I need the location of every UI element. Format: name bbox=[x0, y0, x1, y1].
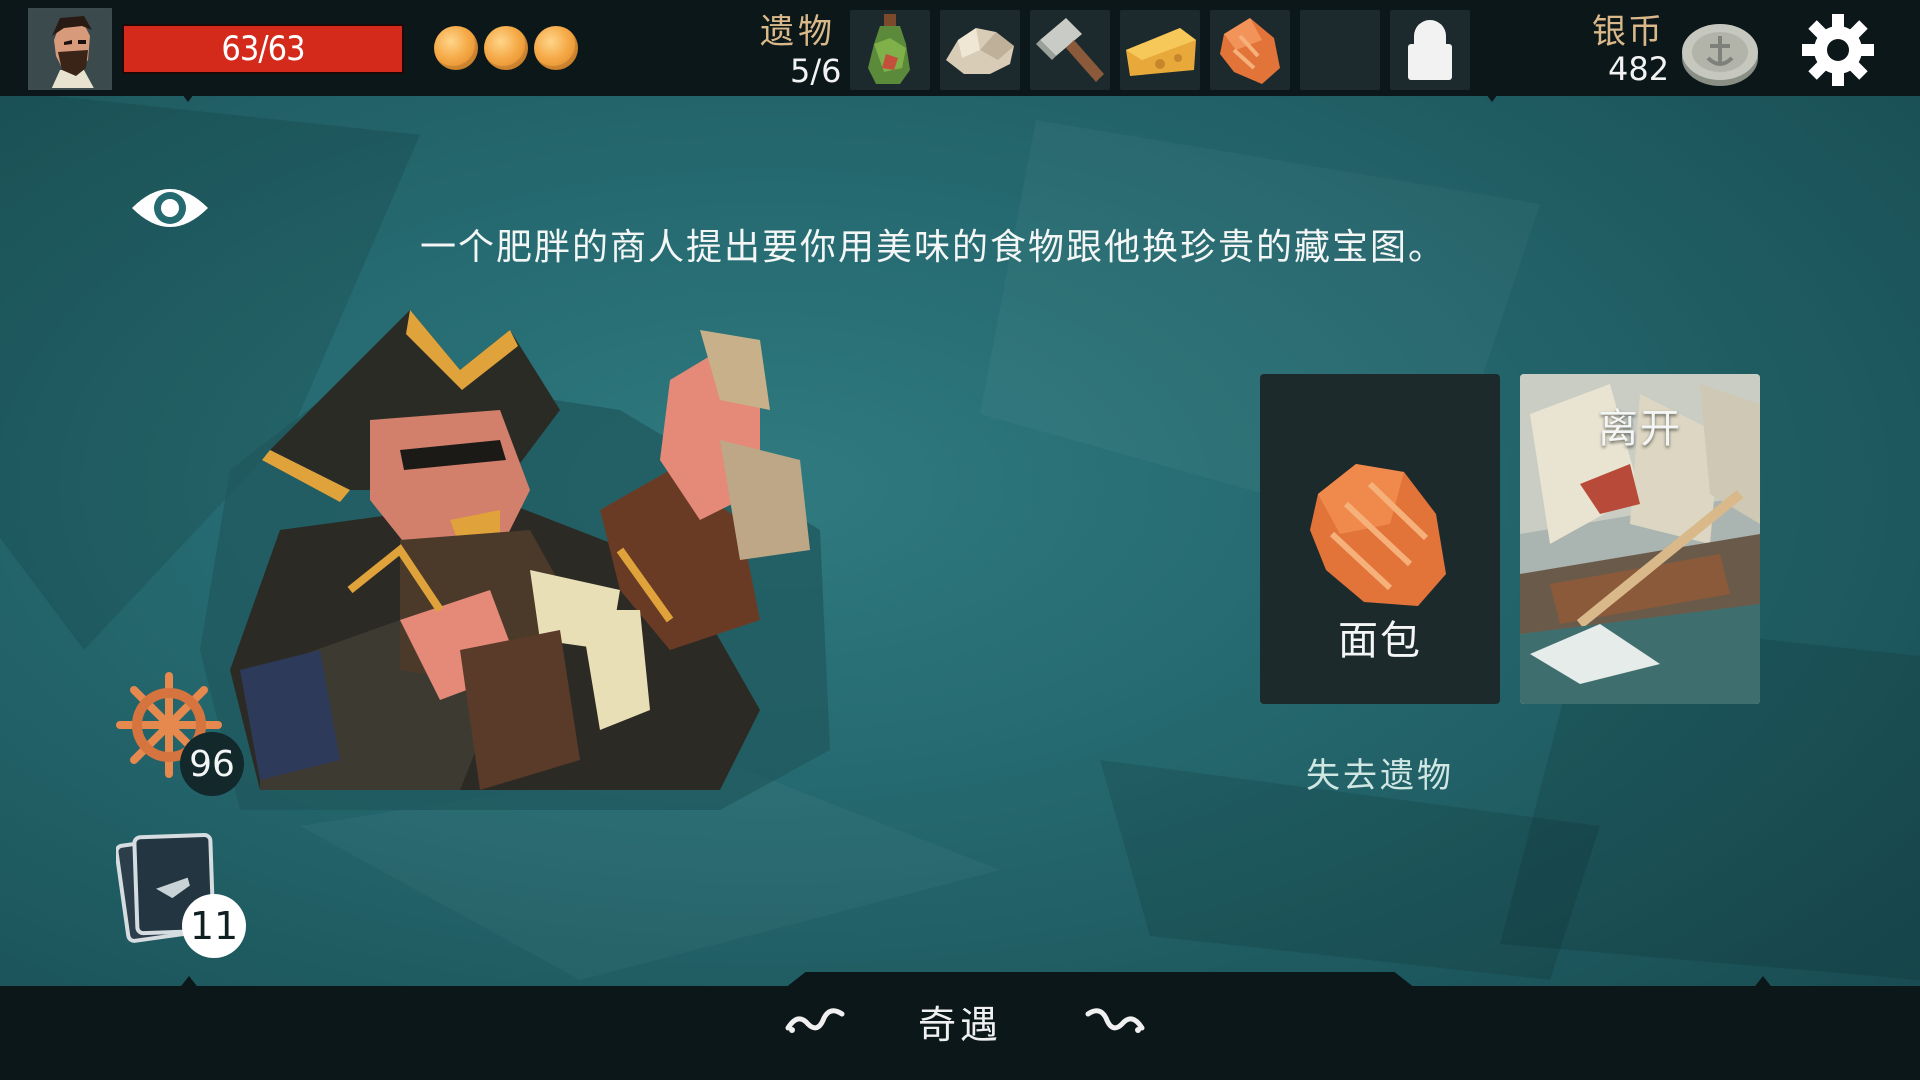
option-bread-label: 面包 bbox=[1338, 618, 1422, 664]
lock-icon bbox=[1408, 20, 1452, 80]
ornament-right-icon bbox=[1085, 1008, 1145, 1033]
option-leave-label: 离开 bbox=[1598, 406, 1682, 452]
encounter-description: 一个肥胖的商人提出要你用美味的食物跟他换珍贵的藏宝图。 bbox=[420, 227, 1447, 268]
hp-text: 63/63 bbox=[221, 29, 305, 69]
captain-avatar-icon bbox=[30, 10, 110, 88]
energy-orb-icon bbox=[484, 26, 528, 70]
hammer-icon bbox=[1036, 18, 1104, 82]
deck-count-badge: 11 bbox=[182, 894, 246, 958]
relic-slot[interactable] bbox=[850, 10, 930, 90]
captain-portrait[interactable] bbox=[28, 8, 112, 90]
relics-count: 5/6 bbox=[790, 52, 842, 90]
relic-slot-empty[interactable] bbox=[1300, 10, 1380, 90]
bottom-bar-notch bbox=[178, 976, 200, 990]
eye-icon[interactable] bbox=[128, 178, 212, 238]
relic-slot[interactable] bbox=[940, 10, 1020, 90]
relic-slot[interactable] bbox=[1210, 10, 1290, 90]
game-screen: 63/63 遗物 5/6 银币 482 一个肥胖的商人提出要你用美味的食物跟他换… bbox=[0, 0, 1920, 1080]
ornament-left-icon bbox=[785, 1008, 845, 1033]
relic-slot-locked[interactable] bbox=[1390, 10, 1470, 90]
seashell-icon bbox=[946, 28, 1014, 74]
energy-orb-icon bbox=[434, 26, 478, 70]
silver-coin-icon bbox=[1682, 24, 1758, 86]
relic-slot[interactable] bbox=[1120, 10, 1200, 90]
coins-value: 482 bbox=[1608, 50, 1670, 88]
merchant-character-art bbox=[200, 310, 830, 810]
relics-label: 遗物 bbox=[760, 12, 836, 52]
relic-slot[interactable] bbox=[1030, 10, 1110, 90]
cheese-icon bbox=[1126, 28, 1196, 76]
bottom-bar-notch bbox=[1752, 976, 1774, 990]
settings-gear-icon[interactable] bbox=[1800, 12, 1876, 88]
potion-bottle-icon bbox=[868, 14, 910, 84]
screen-title: 奇遇 bbox=[917, 1003, 1002, 1047]
bread-icon bbox=[1220, 18, 1280, 84]
option-bread-cost: 失去遗物 bbox=[1306, 756, 1454, 796]
hp-bar: 63/63 bbox=[122, 24, 404, 74]
energy-orb-icon bbox=[534, 26, 578, 70]
coins-label: 银币 bbox=[1592, 12, 1664, 52]
wheel-count-badge: 96 bbox=[180, 732, 244, 796]
